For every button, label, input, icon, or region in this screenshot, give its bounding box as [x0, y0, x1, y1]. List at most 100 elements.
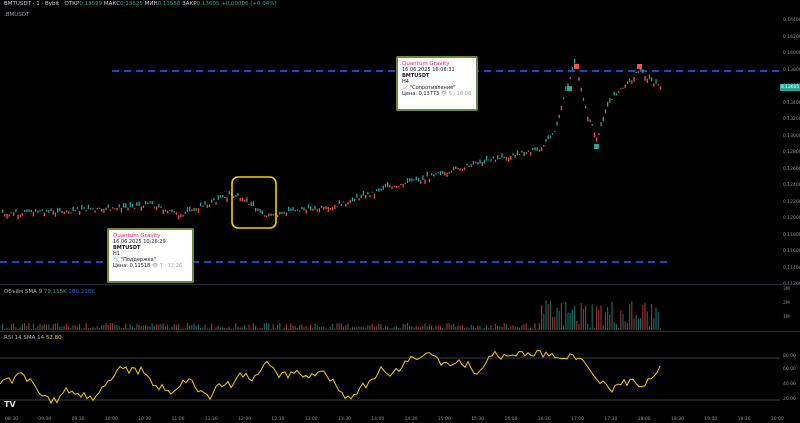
time-axis-tick: 13:30 — [338, 417, 351, 422]
time-axis-tick: 19:30 — [737, 417, 751, 422]
volume-bar — [340, 323, 342, 330]
buy-marker — [594, 144, 599, 149]
rsi-pane[interactable] — [0, 332, 780, 412]
candle — [523, 151, 525, 157]
candle — [109, 209, 112, 211]
volume-bar — [279, 323, 281, 330]
candle — [204, 201, 206, 205]
price-axis-tick: 0.11400 — [783, 265, 800, 271]
candle — [50, 208, 52, 212]
volume-bar — [541, 305, 543, 330]
volume-bar — [620, 310, 622, 330]
volume-bar — [244, 325, 246, 330]
volume-bar — [2, 323, 4, 330]
candle — [356, 193, 358, 198]
candle — [189, 206, 191, 212]
candle — [8, 214, 10, 217]
candle — [387, 182, 389, 188]
volume-pane[interactable] — [0, 285, 780, 331]
volume-bar — [472, 325, 474, 330]
candle — [26, 209, 28, 213]
volume-bar — [219, 327, 221, 330]
candle — [501, 153, 503, 158]
volume-bar — [492, 328, 494, 330]
candle — [35, 208, 37, 212]
candle — [450, 170, 453, 173]
candle — [343, 201, 345, 203]
candle — [279, 211, 281, 215]
volume-bar — [237, 326, 239, 330]
volume-bar — [208, 328, 210, 330]
candle — [607, 101, 609, 107]
volume-bar — [301, 324, 303, 330]
volume-bar — [382, 328, 384, 330]
candle — [391, 186, 393, 189]
volume-bar — [230, 328, 232, 330]
time-axis-tick: 08:30 — [5, 417, 18, 422]
volume-bar — [657, 311, 659, 330]
volume-bar — [167, 324, 169, 330]
candle — [574, 58, 576, 64]
candle — [479, 159, 481, 164]
candle — [631, 80, 633, 84]
volume-bar — [503, 323, 505, 330]
candle — [222, 195, 224, 198]
candle — [153, 206, 156, 209]
price-axis[interactable]: 0.144000.142000.140000.138000.136000.134… — [781, 0, 800, 287]
candle — [334, 204, 336, 209]
card-meta: 👁 7 · 12:26 — [151, 263, 183, 269]
volume-bar — [468, 328, 470, 330]
volume-bar — [13, 323, 15, 330]
candle — [283, 211, 285, 214]
candle — [400, 183, 402, 186]
candle — [6, 213, 8, 219]
volume-bar — [428, 324, 430, 330]
candle — [629, 78, 631, 83]
volume-bar — [494, 323, 496, 330]
volume-bar — [118, 326, 120, 330]
volume-bar — [21, 324, 23, 330]
candle — [290, 208, 292, 212]
volume-bar — [543, 314, 545, 330]
volume-bar — [83, 328, 85, 330]
time-axis-tick: 11:00 — [171, 417, 185, 422]
candle — [180, 214, 182, 218]
tradingview-logo[interactable]: TV — [4, 400, 18, 410]
volume-bar — [37, 325, 39, 330]
candle — [272, 213, 274, 216]
candle — [646, 78, 648, 83]
volume-bar — [483, 328, 485, 330]
candle — [213, 197, 215, 201]
candle — [549, 135, 552, 139]
volume-bar — [532, 328, 534, 330]
volume-bar — [600, 305, 602, 330]
candle — [19, 214, 21, 218]
candle — [61, 210, 63, 214]
volume-bar — [48, 324, 50, 330]
price-axis-tick: 0.13400 — [783, 100, 800, 106]
volume-bar — [30, 328, 32, 330]
candle — [622, 87, 624, 89]
candle — [164, 209, 167, 212]
candle — [118, 204, 120, 208]
candle — [321, 205, 323, 209]
volume-bar — [365, 328, 367, 330]
candle — [345, 203, 347, 207]
candle — [508, 157, 510, 162]
volume-bar — [459, 325, 461, 330]
volume-bar — [659, 328, 661, 330]
candle — [444, 171, 446, 176]
rsi-line — [0, 350, 661, 404]
candle — [329, 207, 332, 210]
candle — [85, 210, 87, 212]
candle — [635, 71, 637, 73]
volume-bar — [444, 328, 446, 330]
candle — [351, 197, 354, 202]
candle — [514, 154, 516, 158]
volume-bar — [50, 328, 52, 330]
candle — [644, 76, 646, 81]
rsi-axis-tick: 20.00 — [783, 397, 796, 402]
candle — [534, 147, 536, 151]
volume-bar — [215, 327, 217, 330]
time-axis-tick: 15:00 — [437, 417, 451, 422]
